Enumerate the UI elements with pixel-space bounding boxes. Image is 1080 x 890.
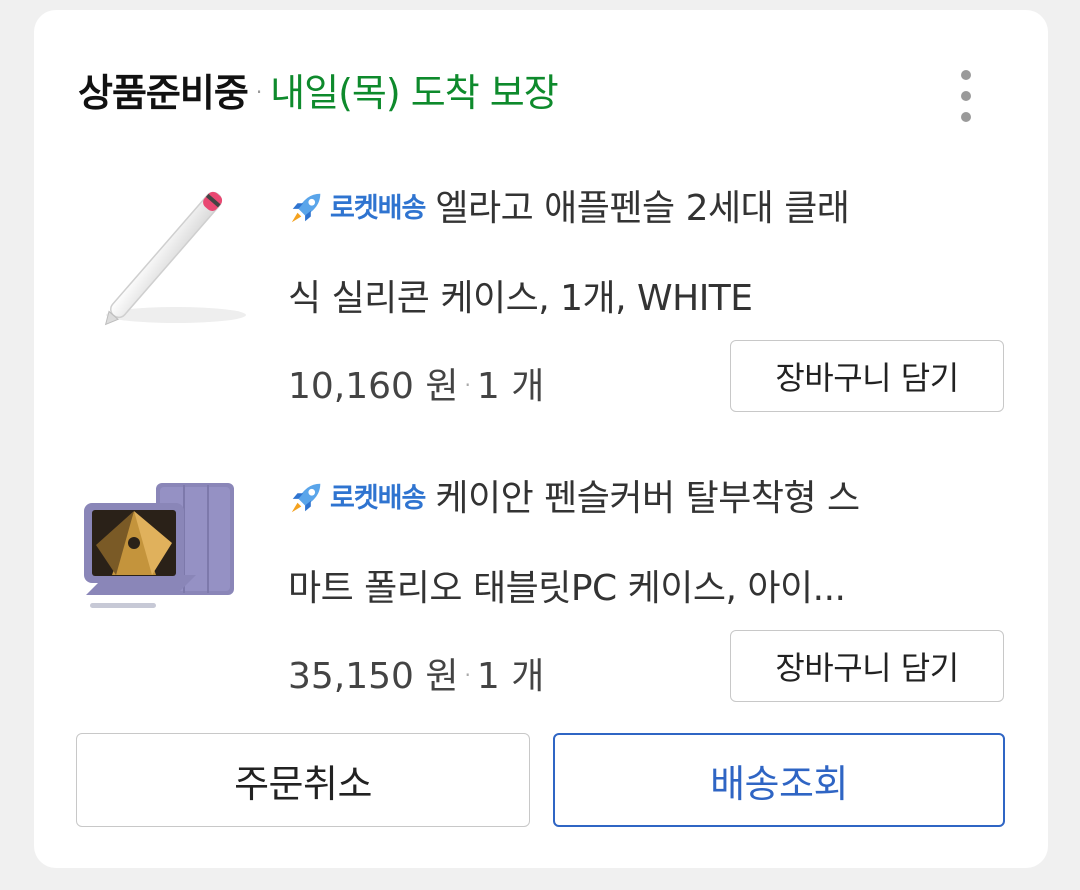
product-title-line2: 식 실리콘 케이스, 1개, WHITE: [288, 278, 753, 319]
product-title-line2: 마트 폴리오 태블릿PC 케이스, 아이...: [288, 568, 846, 609]
product-quantity: 1 개: [476, 366, 545, 407]
price-separator: ·: [464, 663, 471, 687]
rocket-delivery-badge: 로켓배송: [330, 193, 426, 224]
product-title-line1: 엘라고 애플펜슬 2세대 클래: [435, 188, 850, 229]
product-price: 35,150 원: [288, 656, 459, 697]
rocket-delivery-badge: 로켓배송: [330, 483, 426, 514]
product-image-tablet-case[interactable]: [76, 455, 256, 635]
rocket-icon: [291, 193, 321, 223]
product-image-pencil-case[interactable]: [76, 165, 256, 345]
product-price: 10,160 원: [288, 366, 459, 407]
delivery-eta: 내일(목) 도착 보장: [270, 71, 559, 115]
product-title[interactable]: 로켓배송 케이안 펜슬커버 탈부착형 스 마트 폴리오 태블릿PC 케이스, 아이…: [288, 475, 1008, 613]
header-separator: ·: [255, 79, 263, 104]
order-card: 상품준비중 · 내일(목) 도착 보장 로켓배송 엘라고 애플펜슬 2세대 클래…: [34, 10, 1048, 868]
order-status-header: 상품준비중 · 내일(목) 도착 보장: [78, 62, 559, 117]
add-to-cart-button[interactable]: 장바구니 담기: [730, 340, 1004, 412]
price-separator: ·: [464, 373, 471, 397]
rocket-icon: [291, 483, 321, 513]
product-quantity: 1 개: [476, 656, 545, 697]
price-quantity: 10,160 원 · 1 개: [288, 357, 544, 409]
product-title[interactable]: 로켓배송 엘라고 애플펜슬 2세대 클래 식 실리콘 케이스, 1개, WHITE: [288, 185, 1008, 323]
price-quantity: 35,150 원 · 1 개: [288, 647, 544, 699]
add-to-cart-button[interactable]: 장바구니 담기: [730, 630, 1004, 702]
cancel-order-button[interactable]: 주문취소: [76, 733, 530, 827]
order-status: 상품준비중: [78, 71, 249, 115]
more-vertical-icon[interactable]: [948, 68, 984, 124]
track-delivery-button[interactable]: 배송조회: [553, 733, 1005, 827]
product-title-line1: 케이안 펜슬커버 탈부착형 스: [435, 478, 860, 519]
